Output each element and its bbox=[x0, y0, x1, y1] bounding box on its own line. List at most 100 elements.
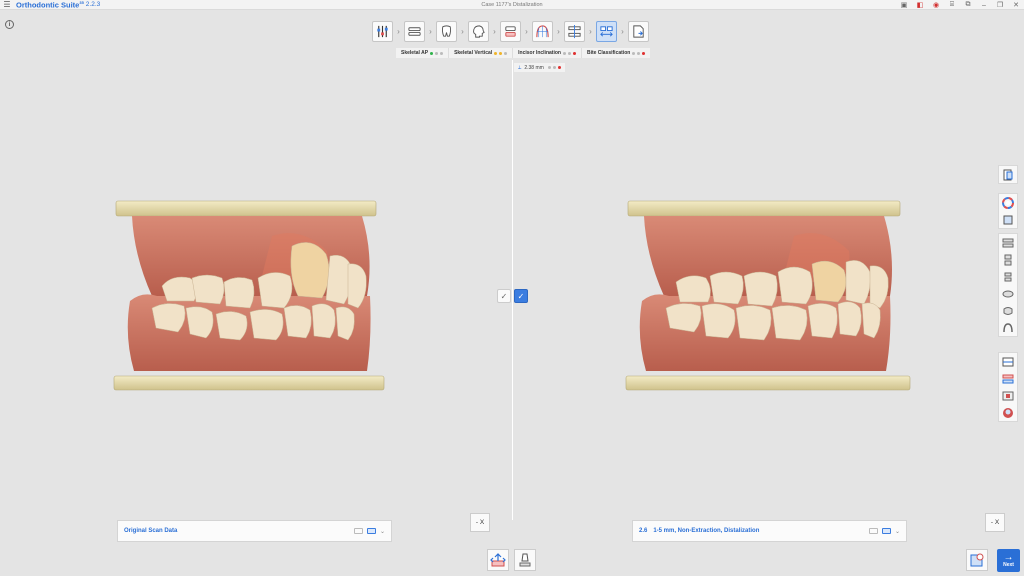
chevron-right-icon: › bbox=[557, 27, 560, 36]
info-icon[interactable]: i bbox=[5, 20, 14, 29]
dental-model-image bbox=[625, 200, 911, 391]
status-dot bbox=[567, 51, 571, 55]
view-bottom-button[interactable] bbox=[999, 302, 1017, 319]
record-screen-icon[interactable]: ◧ bbox=[912, 0, 928, 10]
overjet-measure[interactable]: ⟂ 2.38 mm bbox=[514, 63, 565, 72]
compare-left-checkbox[interactable]: ✓ bbox=[497, 289, 511, 303]
scan-label: Original Scan Data bbox=[124, 528, 178, 534]
screenshot-icon[interactable]: ▣ bbox=[896, 0, 912, 10]
status-dot bbox=[637, 51, 641, 55]
grid-button[interactable] bbox=[999, 353, 1017, 370]
split-divider[interactable] bbox=[512, 60, 513, 520]
jaw-front-icon bbox=[1002, 238, 1014, 247]
analysis-label: Skeletal Vertical bbox=[454, 50, 493, 56]
measure-value: 2.38 mm bbox=[524, 64, 544, 71]
view-toolbar-orient bbox=[998, 233, 1018, 337]
right-x-axis-button[interactable]: - X bbox=[985, 513, 1005, 532]
chevron-down-icon[interactable]: ⌄ bbox=[895, 528, 900, 535]
scan-view-icon[interactable] bbox=[353, 528, 363, 534]
title-tools: ▣ ◧ ◉ ⌸ ⧉ – ❐ ✕ bbox=[896, 0, 1024, 10]
distalized-dental-model[interactable] bbox=[624, 196, 914, 396]
report-map-icon bbox=[970, 553, 984, 567]
jaw-bottom-icon bbox=[1003, 306, 1013, 315]
status-dot bbox=[504, 51, 508, 55]
gallery-icon[interactable]: ⧉ bbox=[960, 0, 976, 10]
chevron-right-icon: › bbox=[397, 27, 400, 36]
restore-icon[interactable]: ❐ bbox=[992, 0, 1008, 10]
analysis-skeletal-ap[interactable]: Skeletal AP bbox=[396, 48, 450, 58]
chevron-down-icon[interactable]: ⌄ bbox=[380, 528, 385, 535]
view-left-button[interactable] bbox=[999, 268, 1017, 285]
analysis-label: Incisor Inclination bbox=[518, 50, 561, 56]
status-dot bbox=[435, 51, 439, 55]
jaw-toggle-icon[interactable] bbox=[366, 528, 376, 534]
analysis-label: Bite Classification bbox=[586, 50, 631, 56]
analysis-skeletal-vertical[interactable]: Skeletal Vertical bbox=[449, 48, 514, 58]
tooth-movement-icon bbox=[490, 553, 506, 567]
workflow-steps: › › › › › › › › bbox=[372, 21, 649, 42]
analysis-incisor-inclination[interactable]: Incisor Inclination bbox=[513, 48, 582, 58]
attachments-button[interactable] bbox=[999, 387, 1017, 404]
status-dot bbox=[440, 51, 444, 55]
jaw-toggle-icon[interactable] bbox=[881, 528, 891, 534]
step-tooth-segment[interactable] bbox=[436, 21, 457, 42]
status-dot bbox=[572, 51, 576, 55]
step-ceph[interactable] bbox=[468, 21, 489, 42]
camera-icon[interactable]: ⌸ bbox=[944, 0, 960, 10]
report-button[interactable] bbox=[966, 549, 988, 571]
status-dot bbox=[494, 51, 498, 55]
book-view-icon bbox=[1003, 169, 1013, 180]
status-dot bbox=[547, 66, 551, 69]
view-occlusal-button[interactable] bbox=[999, 319, 1017, 336]
next-button[interactable]: → Next bbox=[997, 549, 1020, 572]
superimpose-button[interactable] bbox=[999, 370, 1017, 387]
left-scan-selector[interactable]: Original Scan Data ⌄ bbox=[117, 520, 392, 542]
texture-button[interactable] bbox=[999, 211, 1017, 228]
movement-button[interactable] bbox=[487, 549, 509, 571]
original-dental-model[interactable] bbox=[112, 196, 392, 396]
arrow-right-icon: → bbox=[1003, 552, 1014, 563]
head-profile-icon bbox=[473, 25, 485, 38]
sliders-icon bbox=[377, 25, 388, 38]
step-scan-data[interactable] bbox=[404, 21, 425, 42]
color-button[interactable] bbox=[999, 194, 1017, 211]
view-mode-button[interactable] bbox=[999, 166, 1017, 183]
chevron-right-icon: › bbox=[589, 27, 592, 36]
arch-grid-icon bbox=[536, 25, 549, 38]
title-bar: ☰ Orthodontic Suite35 2.2.3 Case 1177's … bbox=[0, 0, 1024, 10]
dental-model-image bbox=[113, 200, 385, 391]
plan-number: 2.6 bbox=[639, 528, 648, 534]
compare-right-checkbox[interactable]: ✓ bbox=[514, 289, 528, 303]
scan-view-icon[interactable] bbox=[868, 528, 878, 534]
scan-tools: ⌄ bbox=[353, 528, 385, 535]
analysis-bite-classification[interactable]: Bite Classification bbox=[582, 48, 650, 58]
teeth-scan-icon bbox=[408, 27, 421, 36]
step-distalization[interactable] bbox=[596, 21, 617, 42]
color-wheel-icon bbox=[1002, 196, 1014, 209]
status-dot bbox=[499, 51, 503, 55]
analysis-summary: Skeletal AP Skeletal Vertical Incisor In… bbox=[396, 48, 651, 58]
record-icon[interactable]: ◉ bbox=[928, 0, 944, 10]
chevron-right-icon: › bbox=[429, 27, 432, 36]
scan-tools: ⌄ bbox=[868, 528, 900, 535]
view-top-button[interactable] bbox=[999, 285, 1017, 302]
close-icon[interactable]: ✕ bbox=[1008, 0, 1024, 10]
step-staging[interactable] bbox=[564, 21, 585, 42]
step-report[interactable] bbox=[628, 21, 649, 42]
right-scan-selector[interactable]: 2.6 1-5 mm, Non-Extraction, Distalizatio… bbox=[632, 520, 907, 542]
left-x-axis-button[interactable]: - X bbox=[470, 513, 490, 532]
view-right-button[interactable] bbox=[999, 251, 1017, 268]
status-dot bbox=[552, 66, 556, 69]
ipr-button[interactable] bbox=[514, 549, 536, 571]
step-settings[interactable] bbox=[372, 21, 393, 42]
status-dot bbox=[642, 51, 646, 55]
status-dot bbox=[557, 66, 561, 69]
minimize-icon[interactable]: – bbox=[976, 0, 992, 10]
collision-button[interactable] bbox=[999, 404, 1017, 421]
step-occlusion[interactable] bbox=[500, 21, 521, 42]
view-front-button[interactable] bbox=[999, 234, 1017, 251]
next-label: Next bbox=[1003, 562, 1014, 568]
step-arch-form[interactable] bbox=[532, 21, 553, 42]
chevron-right-icon: › bbox=[461, 27, 464, 36]
chevron-right-icon: › bbox=[493, 27, 496, 36]
